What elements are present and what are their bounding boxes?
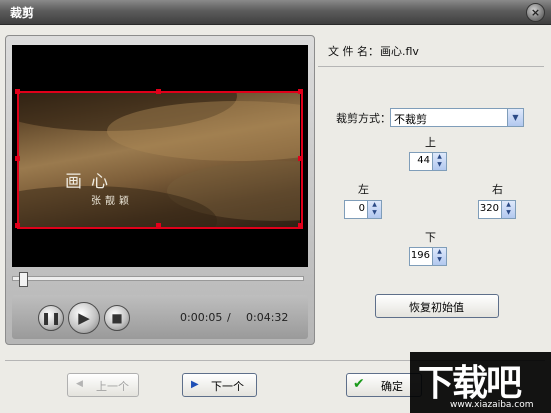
- spinner-arrows[interactable]: ▲ ▼: [432, 153, 446, 170]
- title-bar[interactable]: 裁剪 ×: [0, 0, 551, 25]
- bottom-spinner[interactable]: 196 ▲ ▼: [409, 247, 447, 266]
- spinner-arrows[interactable]: ▲ ▼: [367, 201, 381, 218]
- arrow-up-icon[interactable]: ▲: [502, 201, 515, 209]
- crop-handle-bottom[interactable]: [156, 223, 161, 228]
- video-screen: 画心 张靓颖: [12, 45, 308, 267]
- crop-handle-bottom-right[interactable]: [298, 223, 303, 228]
- reset-button-label: 恢复初始值: [409, 301, 464, 314]
- watermark-brand: 下载吧: [418, 363, 522, 404]
- seek-track[interactable]: [12, 276, 304, 281]
- crop-handle-top-left[interactable]: [15, 89, 20, 94]
- seek-thumb[interactable]: [18, 272, 28, 287]
- crop-handle-top[interactable]: [156, 89, 161, 94]
- reset-button[interactable]: 恢复初始值: [375, 294, 499, 318]
- arrow-up-icon[interactable]: ▲: [433, 153, 446, 161]
- arrow-down-icon[interactable]: ▼: [433, 161, 446, 169]
- window-title: 裁剪: [10, 6, 35, 20]
- ok-button-label: 确定: [381, 380, 403, 393]
- crop-handle-top-right[interactable]: [298, 89, 303, 94]
- current-time: 0:00:05: [180, 311, 223, 324]
- file-name-label: 文 件 名：: [328, 45, 379, 58]
- left-value: 0: [358, 203, 365, 214]
- left-label: 左: [358, 183, 369, 196]
- previous-button-label: 上一个: [96, 380, 129, 393]
- file-name-value: 画心.flv: [380, 45, 419, 58]
- next-button-label: 下一个: [211, 380, 244, 393]
- checkmark-icon: ✔: [353, 376, 365, 392]
- chevron-down-icon[interactable]: ▼: [507, 109, 523, 126]
- crop-rectangle[interactable]: [17, 91, 303, 229]
- stop-icon: ■: [111, 311, 123, 325]
- pause-button[interactable]: ❚❚: [38, 305, 64, 331]
- bottom-value: 196: [410, 250, 430, 261]
- seek-bar[interactable]: [12, 272, 308, 291]
- pause-icon: ❚❚: [40, 311, 62, 325]
- spinner-arrows[interactable]: ▲ ▼: [432, 248, 446, 265]
- left-spinner[interactable]: 0 ▲ ▼: [344, 200, 382, 219]
- right-spinner[interactable]: 320 ▲ ▼: [478, 200, 516, 219]
- top-label: 上: [425, 136, 436, 149]
- play-icon: ▶: [78, 309, 90, 327]
- top-value: 44: [417, 155, 430, 166]
- arrow-down-icon[interactable]: ▼: [433, 256, 446, 264]
- total-time: 0:04:32: [246, 311, 289, 324]
- arrow-up-icon[interactable]: ▲: [368, 201, 381, 209]
- divider: [318, 66, 544, 67]
- video-player: 画心 张靓颖 ❚❚ ▶ ■ 0:00:05 / 0:04:32: [5, 35, 315, 345]
- spinner-arrows[interactable]: ▲ ▼: [501, 201, 515, 218]
- bottom-label: 下: [425, 231, 436, 244]
- arrow-down-icon[interactable]: ▼: [368, 209, 381, 217]
- arrow-left-icon: ◀: [76, 379, 83, 389]
- arrow-up-icon[interactable]: ▲: [433, 248, 446, 256]
- arrow-right-icon: ▶: [191, 379, 199, 390]
- crop-mode-label: 裁剪方式：: [336, 112, 391, 125]
- time-separator: /: [227, 311, 231, 324]
- stop-button[interactable]: ■: [104, 305, 130, 331]
- right-label: 右: [492, 183, 503, 196]
- crop-handle-right[interactable]: [298, 156, 303, 161]
- crop-mode-select[interactable]: 不裁剪 ▼: [390, 108, 524, 127]
- watermark-logo: 下载吧 www.xiazaiba.com: [410, 352, 551, 413]
- crop-mode-value: 不裁剪: [394, 113, 427, 126]
- arrow-down-icon[interactable]: ▼: [502, 209, 515, 217]
- right-value: 320: [479, 203, 499, 214]
- crop-dialog: 裁剪 × 画心 张靓颖 ❚❚ ▶ ■ 0:00:05 / 0:04:32 文 件…: [0, 0, 551, 413]
- close-button[interactable]: ×: [526, 3, 545, 22]
- previous-button[interactable]: ◀ 上一个: [67, 373, 139, 397]
- crop-handle-bottom-left[interactable]: [15, 223, 20, 228]
- crop-handle-left[interactable]: [15, 156, 20, 161]
- watermark-url: www.xiazaiba.com: [450, 400, 534, 410]
- playback-controls: ❚❚ ▶ ■ 0:00:05 / 0:04:32: [12, 295, 308, 339]
- next-button[interactable]: ▶ 下一个: [182, 373, 257, 397]
- top-spinner[interactable]: 44 ▲ ▼: [409, 152, 447, 171]
- play-button[interactable]: ▶: [68, 302, 100, 334]
